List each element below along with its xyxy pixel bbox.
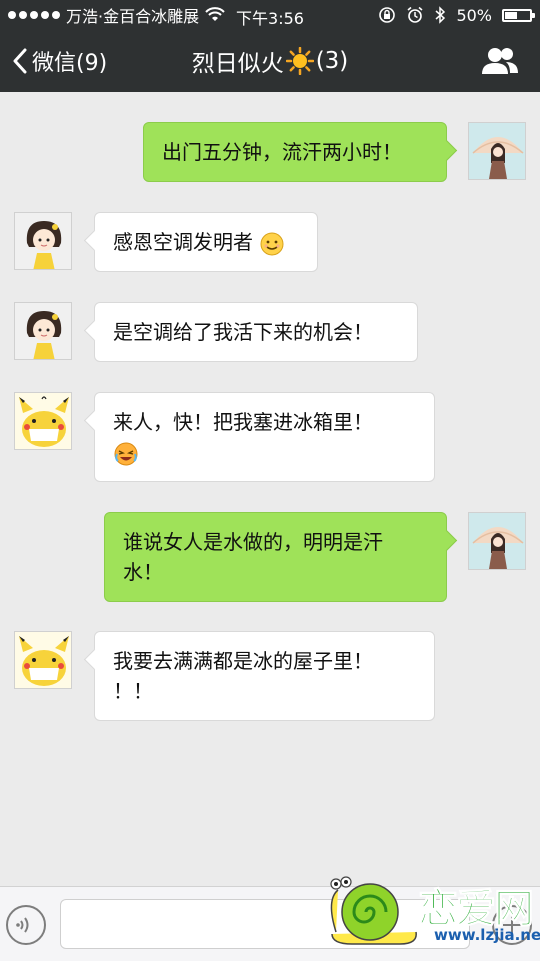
incoming-bubble[interactable]: 我要去满满都是冰的屋子里！ ！！ [94, 631, 435, 721]
status-bar: 万浩·金百合冰雕展 下午3:56 50% [0, 0, 540, 30]
avatar-girl-umbrella[interactable] [468, 122, 526, 180]
girl-yellow-dress-avatar-image [15, 213, 71, 269]
bluetooth-icon [435, 6, 446, 24]
watermark-url: www.lzjia.net [434, 926, 540, 944]
pikachu-avatar-image [15, 393, 71, 449]
message-text: 来人，快！把我塞进冰箱里！ [113, 410, 373, 434]
avatar-girl-yellow-dress[interactable] [14, 302, 72, 360]
chat-title: 烈日似火 (3) [0, 30, 540, 92]
battery-icon [502, 8, 535, 22]
voice-icon [16, 917, 29, 933]
incoming-bubble[interactable]: 来人，快！把我塞进冰箱里！ [94, 392, 435, 482]
alarm-icon [407, 6, 423, 23]
message-text: 我要去满满都是冰的屋子里！ [113, 649, 373, 673]
incoming-bubble[interactable]: 是空调给了我活下来的机会！ [94, 302, 418, 362]
site-watermark: 恋爱网 www.lzjia.net [322, 870, 540, 950]
pikachu-avatar-image [15, 632, 71, 688]
outgoing-bubble[interactable]: 谁说女人是水做的，明明是汗 水！ [104, 512, 447, 602]
avatar-pikachu[interactable] [14, 392, 72, 450]
message-text: ！！ [113, 679, 153, 703]
girl-umbrella-avatar-image [469, 513, 525, 569]
girl-umbrella-avatar-image [469, 123, 525, 179]
girl-yellow-dress-avatar-image [15, 303, 71, 359]
chat-title-text: 烈日似火 [191, 51, 284, 77]
smile-emoji-icon [260, 232, 284, 255]
avatar-pikachu[interactable] [14, 631, 72, 689]
message-text: 谁说女人是水做的，明明是汗 [123, 530, 383, 554]
crying-laughing-emoji-icon [114, 442, 138, 465]
status-right: 50% [378, 0, 535, 30]
message-text: 出门五分钟，流汗两小时！ [162, 140, 402, 164]
avatar-girl-yellow-dress[interactable] [14, 212, 72, 270]
incoming-bubble[interactable]: 感恩空调发明者 [94, 212, 318, 272]
avatar-girl-umbrella[interactable] [468, 512, 526, 570]
nav-bar: 微信(9) 烈日似火 (3) [0, 30, 540, 92]
rotation-lock-icon [379, 7, 396, 23]
message-text: 水！ [123, 560, 163, 584]
sun-emoji-icon [285, 47, 314, 75]
message-text: 是空调给了我活下来的机会！ [113, 320, 373, 344]
chat-member-count: (3) [315, 48, 349, 74]
group-members-icon[interactable] [480, 44, 520, 78]
battery-percent: 50% [456, 5, 492, 25]
battery-level [505, 11, 517, 19]
message-text: 感恩空调发明者 [113, 230, 253, 254]
outgoing-bubble[interactable]: 出门五分钟，流汗两小时！ [143, 122, 447, 182]
voice-button[interactable] [6, 905, 46, 945]
